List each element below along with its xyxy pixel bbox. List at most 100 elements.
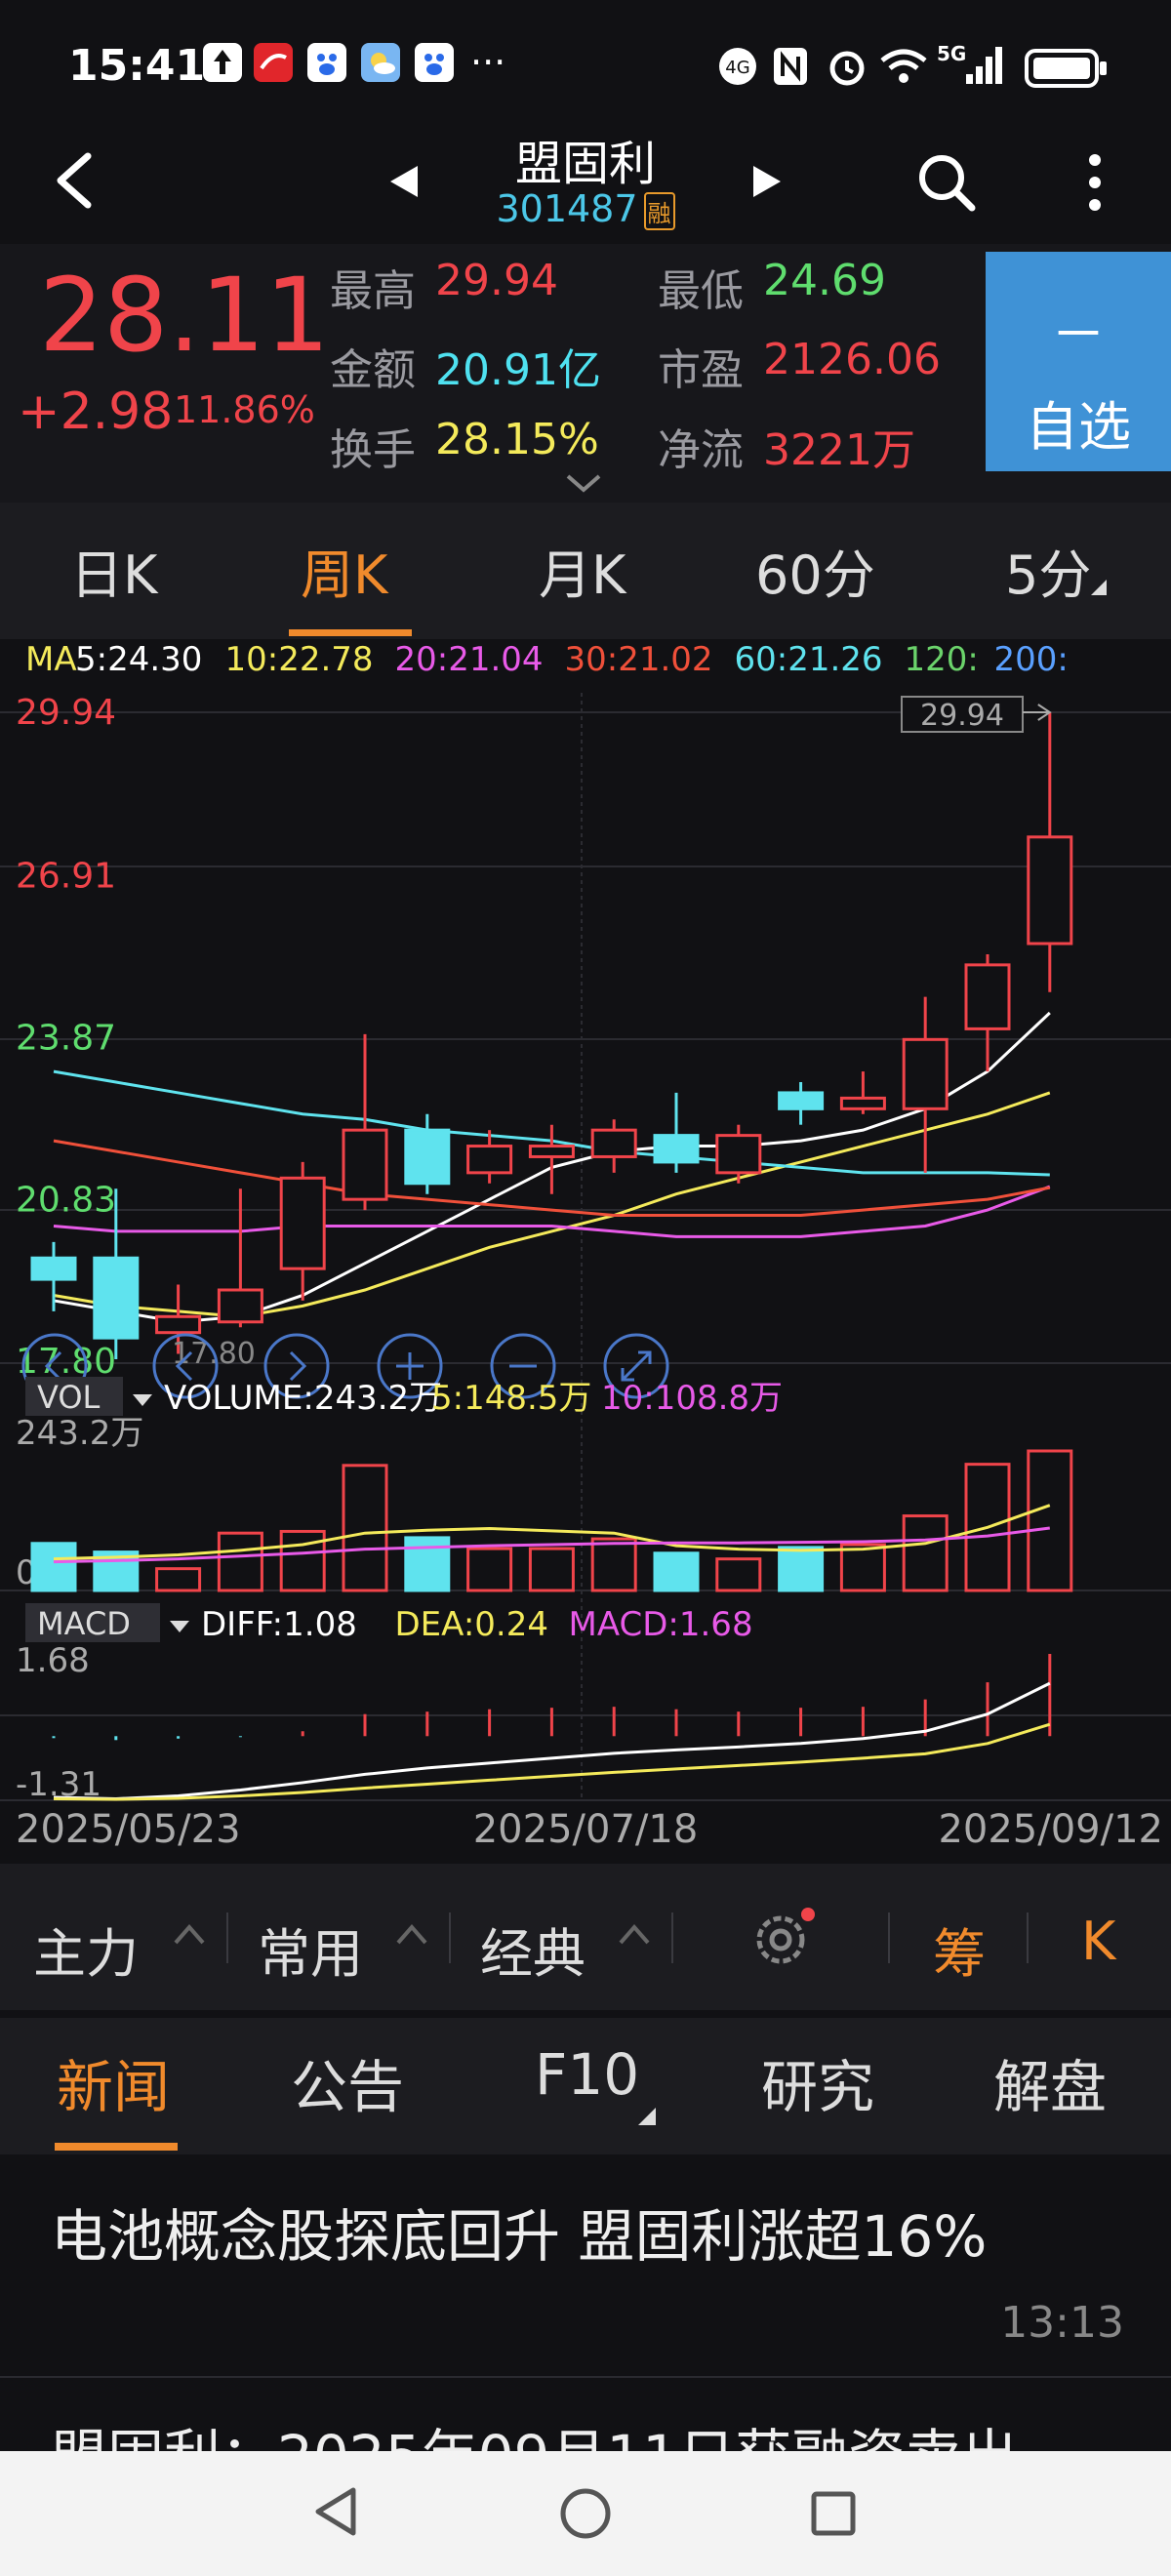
vol-tag: VOL — [37, 1379, 101, 1416]
tab-announcements[interactable]: 公告 — [291, 2041, 404, 2123]
candle-body — [528, 1145, 575, 1158]
candle-body — [217, 1288, 263, 1324]
tab-research[interactable]: 研究 — [761, 2041, 874, 2123]
last-price: 28.11 — [39, 256, 330, 375]
chevron-up-icon — [394, 1918, 429, 1957]
chevron-up-icon — [617, 1918, 652, 1957]
nfc-icon — [771, 45, 810, 92]
tab-monthly-k[interactable]: 月K — [539, 532, 626, 609]
system-recents-icon[interactable] — [810, 2490, 857, 2541]
candle-body — [778, 1091, 825, 1110]
toolbar-divider — [449, 1912, 451, 1963]
toolbar-divider — [1027, 1912, 1029, 1963]
tab-5min[interactable]: 5分 — [1005, 532, 1091, 609]
toolbar-main-force[interactable]: 主力 — [33, 1911, 139, 1988]
add-watchlist-button[interactable]: － 自选 — [986, 252, 1171, 471]
tab-dropdown-icon — [1091, 580, 1107, 599]
volume-bar — [902, 1514, 949, 1592]
volume-bar — [279, 1529, 326, 1592]
ma-legend-item: 120: — [905, 640, 979, 679]
expand-quote-icon[interactable] — [564, 472, 603, 500]
wifi-icon — [878, 45, 929, 92]
tab-weekly-k[interactable]: 周K — [301, 532, 387, 609]
next-stock-icon[interactable] — [747, 162, 787, 205]
ma-legend-item: 200: — [994, 640, 1069, 679]
weather-icon — [361, 43, 400, 82]
price-axis-label: 26.91 — [16, 856, 116, 896]
amount-value: 20.91亿 — [435, 345, 601, 395]
battery-icon — [1025, 49, 1109, 92]
price-change: +2.98 — [18, 382, 174, 441]
more-notifications: ··· — [470, 41, 506, 84]
vol-legend-item: 10:108.8万 — [601, 1379, 783, 1418]
search-icon[interactable] — [915, 151, 978, 218]
news-item-title[interactable]: 电池概念股探底回升 盟固利涨超16% — [51, 2191, 987, 2273]
pe-value: 2126.06 — [763, 335, 941, 384]
volume-bar — [217, 1531, 263, 1592]
kline-chart[interactable]: MA5:24.30 10:22.78 20:21.04 30:21.02 60:21.2… — [0, 639, 1171, 1810]
5g-signal-icon: 5G — [937, 41, 1009, 92]
news-divider — [0, 2376, 1171, 2378]
candle-body — [839, 1096, 886, 1110]
baidu-icon — [307, 43, 346, 82]
vol-axis-max: 243.2万 — [16, 1414, 143, 1453]
toolbar-k-mode[interactable]: K — [1081, 1911, 1115, 1972]
stock-code-line: 301487 融 — [0, 187, 1171, 230]
upload-arrow-icon — [203, 43, 242, 82]
volume-bar — [590, 1537, 637, 1592]
netflow-value: 3221万 — [763, 425, 915, 475]
system-home-icon[interactable] — [558, 2486, 613, 2545]
high-value: 29.94 — [435, 256, 558, 305]
svg-text:4G: 4G — [725, 58, 749, 78]
volume-bar — [155, 1567, 202, 1592]
high-marker-label: 29.94 — [920, 699, 1004, 733]
hd-icon: 4G — [716, 45, 759, 92]
candle-body — [1027, 835, 1073, 946]
macd-legend-item: DIFF:1.08 — [201, 1605, 357, 1644]
active-news-tab-underline — [55, 2143, 178, 2151]
candle-body — [93, 1256, 140, 1340]
margin-badge: 融 — [643, 192, 675, 230]
price-axis-label: 20.83 — [16, 1181, 116, 1221]
toolbar-chips[interactable]: 筹 — [933, 1911, 986, 1988]
price-axis-label: 29.94 — [16, 693, 116, 733]
volume-bar — [30, 1542, 77, 1592]
candle-body — [715, 1134, 762, 1175]
more-menu-icon[interactable] — [1077, 150, 1112, 219]
macd-legend-item: MACD:1.68 — [569, 1605, 753, 1644]
watchlist-label: 自选 — [1026, 396, 1131, 458]
active-tab-underline — [289, 629, 412, 636]
volume-bar — [528, 1547, 575, 1592]
tab-analysis[interactable]: 解盘 — [993, 2041, 1107, 2123]
svg-text:5G: 5G — [937, 42, 966, 65]
vol-legend-item: VOLUME:243.2万 — [164, 1379, 442, 1418]
ma-legend-item: MA — [25, 640, 77, 679]
tab-60min[interactable]: 60分 — [755, 532, 875, 609]
app-red-icon — [254, 43, 293, 82]
volume-bar — [466, 1547, 513, 1592]
amount-label: 金额 — [330, 345, 416, 395]
system-nav-bar — [0, 2451, 1171, 2576]
tab-news[interactable]: 新闻 — [57, 2041, 170, 2123]
toolbar-common[interactable]: 常用 — [258, 1911, 363, 1988]
candle-body — [155, 1314, 202, 1335]
watchlist-plus-icon: － — [1051, 303, 1106, 367]
low-value: 24.69 — [763, 256, 886, 305]
vol-legend-item: 5:148.5万 — [431, 1379, 591, 1418]
toolbar-divider — [226, 1912, 228, 1963]
news-item-time: 13:13 — [1000, 2298, 1124, 2348]
ma-legend-item: 10:22.78 — [225, 640, 374, 679]
ma-legend-item: 20:21.04 — [395, 640, 544, 679]
stock-code: 301487 — [496, 187, 638, 230]
status-time: 15:41 — [68, 41, 206, 91]
system-back-icon[interactable] — [310, 2484, 359, 2543]
ma-legend-item: 60:21.26 — [735, 640, 883, 679]
macd-axis-top: 1.68 — [16, 1641, 90, 1680]
turnover-value: 28.15% — [435, 415, 599, 464]
tab-daily-k[interactable]: 日K — [70, 532, 157, 609]
tab-f10[interactable]: F10 — [535, 2041, 639, 2108]
settings-gear-icon[interactable] — [747, 1907, 820, 1973]
volume-bar — [715, 1557, 762, 1592]
volume-bar — [1027, 1449, 1073, 1592]
toolbar-classic[interactable]: 经典 — [480, 1911, 586, 1988]
